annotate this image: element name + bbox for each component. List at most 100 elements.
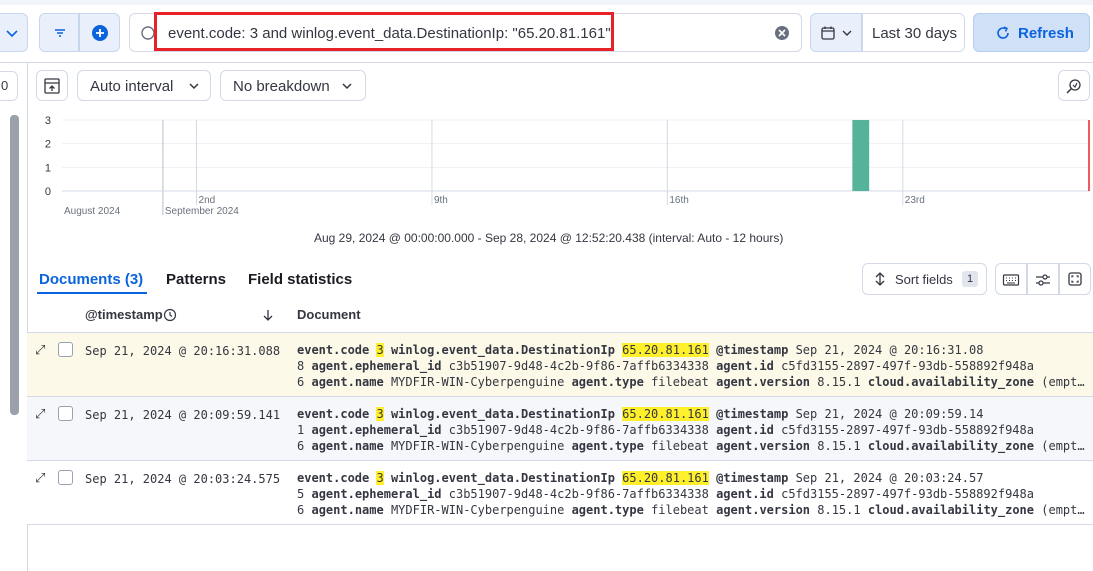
field-value-agent-version: 8.15.1 bbox=[817, 375, 861, 389]
x-tick-label: 23rd bbox=[905, 195, 925, 206]
document-line-3: 6 agent.name MYDFIR-WIN-Cyberpenguine ag… bbox=[297, 375, 1085, 389]
field-value-agent-type: filebeat bbox=[651, 503, 709, 517]
field-value-availability-zone: (empt… bbox=[1041, 375, 1085, 389]
field-value-timestamp: Sep 21, 2024 @ 20:09:59.14 bbox=[795, 407, 984, 421]
fullscreen-button[interactable] bbox=[1059, 263, 1091, 295]
line-wrap-char: 5 bbox=[297, 487, 305, 501]
expand-row-icon[interactable]: ⤢ bbox=[35, 470, 45, 486]
document-line-2: 1 agent.ephemeral_id c3b51907-9d48-4c2b-… bbox=[297, 423, 1034, 437]
line-wrap-char: 1 bbox=[297, 423, 305, 437]
y-tick-label: 1 bbox=[45, 162, 51, 174]
refresh-label: Refresh bbox=[1018, 25, 1074, 42]
field-value-agent-type: filebeat bbox=[651, 375, 709, 389]
chevron-down-icon bbox=[189, 83, 199, 90]
interval-dropdown[interactable]: Auto interval bbox=[77, 70, 211, 101]
field-name: agent.name bbox=[311, 439, 384, 453]
field-value-agent-version: 8.15.1 bbox=[817, 439, 861, 453]
add-filter-button[interactable] bbox=[79, 13, 120, 52]
field-name: agent.id bbox=[716, 359, 774, 373]
expand-row-icon[interactable]: ⤢ bbox=[35, 406, 45, 422]
y-tick-label: 0 bbox=[45, 186, 51, 198]
chart-panel-icon bbox=[44, 78, 60, 94]
field-name: agent.id bbox=[716, 487, 774, 501]
x-tick-label: 16th bbox=[669, 195, 688, 206]
date-quick-menu-button[interactable] bbox=[810, 13, 862, 52]
top-strip bbox=[0, 0, 1093, 5]
row-checkbox[interactable] bbox=[58, 470, 73, 485]
line-wrap-char: 8 bbox=[297, 359, 305, 373]
chart-toggle-button[interactable] bbox=[36, 70, 68, 101]
sort-icon bbox=[875, 272, 885, 286]
field-name: agent.version bbox=[716, 439, 811, 453]
document-line-3: 6 agent.name MYDFIR-WIN-Cyberpenguine ag… bbox=[297, 503, 1085, 517]
field-value-destination-ip: 65.20.81.161 bbox=[622, 471, 709, 485]
plus-circle-icon bbox=[92, 25, 108, 41]
document-line-1: event.code 3 winlog.event_data.Destinati… bbox=[297, 471, 983, 485]
clear-icon[interactable] bbox=[774, 25, 790, 41]
field-name: agent.type bbox=[571, 439, 644, 453]
refresh-icon bbox=[997, 26, 1009, 39]
field-value-agent-id: c5fd3155-2897-497f-93db-558892f948a bbox=[781, 423, 1034, 437]
search-bar[interactable]: event.code: 3 and winlog.event_data.Dest… bbox=[129, 12, 802, 52]
field-value-destination-ip: 65.20.81.161 bbox=[622, 343, 709, 357]
field-name: @timestamp bbox=[716, 407, 789, 421]
row-timestamp: Sep 21, 2024 @ 20:03:24.575 bbox=[85, 472, 281, 486]
field-value-agent-id: c5fd3155-2897-497f-93db-558892f948a bbox=[781, 359, 1034, 373]
row-checkbox[interactable] bbox=[58, 406, 73, 421]
row-timestamp: Sep 21, 2024 @ 20:16:31.088 bbox=[85, 344, 281, 358]
field-value-timestamp: Sep 21, 2024 @ 20:03:24.57 bbox=[795, 471, 984, 485]
x-secondary-label: September 2024 bbox=[165, 206, 239, 217]
chevron-down-icon bbox=[842, 30, 852, 36]
expand-row-icon[interactable]: ⤢ bbox=[35, 342, 45, 358]
chart-caption: Aug 29, 2024 @ 00:00:00.000 - Sep 28, 20… bbox=[314, 231, 784, 245]
sidebar-collapse-badge[interactable]: 0 bbox=[0, 71, 18, 101]
date-range-picker[interactable]: Last 30 days bbox=[862, 13, 965, 52]
refresh-button[interactable]: Refresh bbox=[973, 13, 1090, 52]
x-secondary-label: August 2024 bbox=[64, 206, 121, 217]
filter-icon bbox=[55, 29, 65, 37]
breakdown-dropdown[interactable]: No breakdown bbox=[220, 70, 366, 101]
field-name: winlog.event_data.DestinationIp bbox=[390, 471, 615, 485]
field-name: agent.type bbox=[571, 503, 644, 517]
document-line-3: 6 agent.name MYDFIR-WIN-Cyberpenguine ag… bbox=[297, 439, 1085, 453]
data-view-dropdown[interactable] bbox=[0, 13, 28, 52]
timestamp-cell: Sep 21, 2024 @ 20:03:24.575 bbox=[85, 472, 280, 486]
tab-documents[interactable]: Documents (3) bbox=[39, 271, 143, 288]
query-text[interactable]: event.code: 3 and winlog.event_data.Dest… bbox=[168, 25, 611, 42]
field-value-agent-name: MYDFIR-WIN-Cyberpenguine bbox=[390, 503, 565, 517]
sort-fields-count: 1 bbox=[962, 271, 978, 287]
field-value-event-code: 3 bbox=[376, 471, 384, 485]
query-menu-button[interactable] bbox=[39, 13, 79, 52]
field-value-agent-version: 8.15.1 bbox=[817, 503, 861, 517]
inspect-icon bbox=[1066, 79, 1081, 94]
field-value-agent-type: filebeat bbox=[651, 439, 709, 453]
line-wrap-char: 6 bbox=[297, 439, 305, 453]
tab-patterns[interactable]: Patterns bbox=[166, 271, 226, 288]
histogram-bar bbox=[852, 120, 870, 191]
document-line-2: 5 agent.ephemeral_id c3b51907-9d48-4c2b-… bbox=[297, 487, 1034, 501]
y-tick-label: 2 bbox=[45, 139, 51, 151]
col-header-timestamp[interactable]: @timestamp bbox=[85, 307, 163, 322]
sort-fields-label: Sort fields bbox=[895, 272, 953, 287]
sort-desc-icon[interactable] bbox=[261, 308, 275, 322]
interval-label: Auto interval bbox=[90, 78, 174, 95]
chart-options-button[interactable] bbox=[1058, 70, 1090, 101]
tab-documents-underline bbox=[37, 292, 147, 294]
keyboard-icon bbox=[1002, 274, 1020, 286]
keyboard-shortcuts-button[interactable] bbox=[995, 263, 1027, 295]
field-name: cloud.availability_zone bbox=[867, 375, 1035, 389]
tab-field-statistics[interactable]: Field statistics bbox=[248, 271, 352, 288]
row-checkbox[interactable] bbox=[58, 342, 73, 357]
x-tick-label: 2nd bbox=[199, 195, 216, 206]
sidebar-scrollbar[interactable] bbox=[10, 115, 19, 415]
top-divider bbox=[0, 62, 1093, 63]
field-name: @timestamp bbox=[716, 471, 789, 485]
display-settings-button[interactable] bbox=[1027, 263, 1059, 295]
field-name: agent.type bbox=[571, 375, 644, 389]
sort-fields-button[interactable]: Sort fields 1 bbox=[862, 263, 987, 295]
field-value-availability-zone: (empt… bbox=[1041, 439, 1085, 453]
field-name: agent.ephemeral_id bbox=[311, 423, 442, 437]
field-name: agent.version bbox=[716, 375, 811, 389]
line-wrap-char: 6 bbox=[297, 503, 305, 517]
chevron-down-icon bbox=[342, 83, 352, 90]
